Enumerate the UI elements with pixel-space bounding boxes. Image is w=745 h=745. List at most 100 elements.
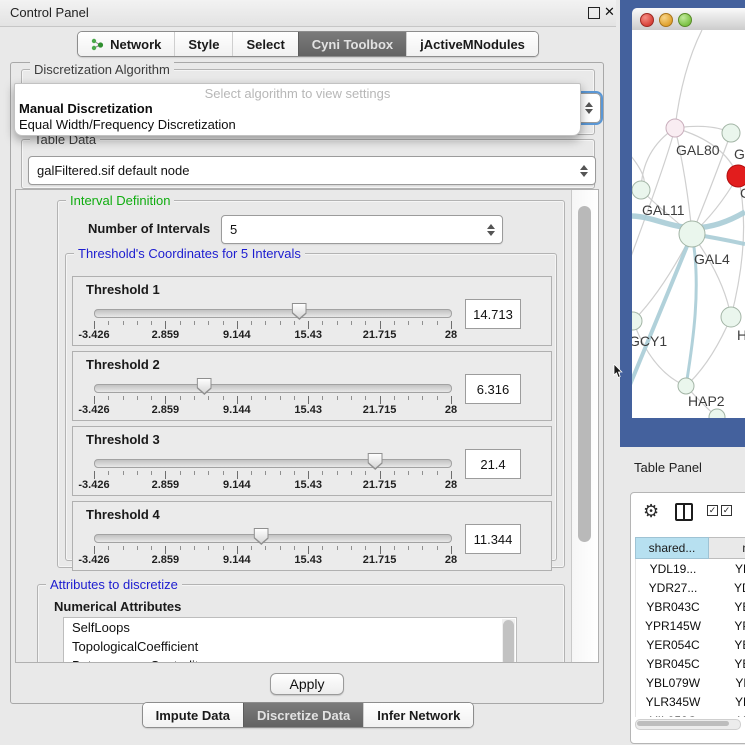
table-data-combobox[interactable]: galFiltered.sif default node: [28, 156, 596, 185]
network-icon: [91, 38, 104, 51]
tab-select[interactable]: Select: [232, 32, 297, 56]
dropdown-item-manual-discretization[interactable]: Manual Discretization: [19, 101, 153, 116]
threshold-value-field[interactable]: [465, 299, 521, 329]
cell-name: YLR3: [710, 692, 745, 711]
select-all-checkbox-icon[interactable]: ✓: [707, 505, 718, 516]
minimize-traffic-light[interactable]: [659, 13, 673, 27]
slider-tick-labels: -3.4262.8599.14415.4321.71528: [94, 404, 451, 416]
cell-name: YIL0: [710, 711, 745, 717]
split-columns-icon[interactable]: [675, 503, 693, 521]
control-panel-tabs: Network Style Select Cyni Toolbox jActiv…: [0, 31, 616, 57]
settings-scrollpane: Interval Definition Number of Intervals …: [15, 189, 599, 663]
cell-shared-name: YPR145W: [636, 616, 710, 635]
tab-cyni-toolbox[interactable]: Cyni Toolbox: [298, 32, 406, 56]
table-row[interactable]: YLR345WYLR3: [636, 692, 745, 711]
cell-name: YBR0: [710, 597, 745, 616]
cell-name: YER0: [710, 635, 745, 654]
tab-label: Select: [246, 37, 284, 52]
tab-discretize-data[interactable]: Discretize Data: [243, 703, 363, 727]
table-row[interactable]: YER054CYER0: [636, 635, 745, 654]
algorithm-dropdown-popup: Select algorithm to view settings Manual…: [14, 83, 581, 136]
table-row[interactable]: YDR27...YDR2: [636, 578, 745, 597]
node-label: H: [737, 327, 745, 343]
slider-thumb[interactable]: [254, 528, 269, 545]
attributes-group: Attributes to discretize Numerical Attri…: [37, 584, 565, 663]
network-node[interactable]: [722, 124, 740, 142]
settings-vertical-scrollbar[interactable]: [571, 190, 598, 662]
group-title: Attributes to discretize: [46, 577, 182, 592]
slider-tick-labels: -3.4262.8599.14415.4321.71528: [94, 479, 451, 491]
number-of-intervals-combobox[interactable]: 5: [221, 215, 503, 244]
network-window-titlebar[interactable]: [632, 8, 745, 31]
zoom-traffic-light[interactable]: [678, 13, 692, 27]
cyni-bottom-tabs: Impute Data Discretize Data Infer Networ…: [0, 702, 616, 728]
dropdown-hint: Select algorithm to view settings: [15, 86, 580, 101]
apply-button[interactable]: Apply: [270, 673, 343, 695]
tab-impute-data[interactable]: Impute Data: [143, 703, 243, 727]
slider-thumb[interactable]: [197, 378, 212, 395]
cell-shared-name: YDR27...: [636, 578, 710, 597]
table-toolbar: ⚙ ✓ ✓: [631, 493, 745, 533]
slider-thumb[interactable]: [292, 303, 307, 320]
float-window-icon[interactable]: [588, 7, 600, 19]
control-panel-titlebar: Control Panel ✕: [0, 0, 616, 27]
cell-shared-name: YER054C: [636, 635, 710, 654]
node-label: GAL4: [694, 251, 730, 267]
cell-name: YBR0: [710, 654, 745, 673]
dropdown-item-equal-width-frequency[interactable]: Equal Width/Frequency Discretization: [19, 117, 236, 132]
network-node[interactable]: [709, 409, 725, 418]
table-row[interactable]: YBR043CYBR0: [636, 597, 745, 616]
panel-title: Control Panel: [10, 5, 89, 20]
table-row[interactable]: YBL079WYBL0: [636, 673, 745, 692]
table-row[interactable]: YIL052CYIL0: [636, 711, 745, 717]
column-header-shared-name[interactable]: shared...: [635, 537, 709, 559]
attribute-item[interactable]: TopologicalCoefficient: [64, 637, 516, 656]
tab-style[interactable]: Style: [174, 32, 232, 56]
tab-label: Network: [110, 37, 161, 52]
tab-infer-network[interactable]: Infer Network: [363, 703, 473, 727]
network-node[interactable]: [666, 119, 684, 137]
cell-name: YDR2: [710, 578, 745, 597]
cell-shared-name: YBR045C: [636, 654, 710, 673]
tab-label: Discretize Data: [257, 708, 350, 723]
network-node-selected[interactable]: [727, 165, 745, 187]
network-node[interactable]: [632, 181, 650, 199]
node-table: shared... na YDL19...YDL1YDR27...YDR2YBR…: [635, 537, 745, 717]
close-icon[interactable]: ✕: [604, 4, 615, 20]
cell-shared-name: YLR345W: [636, 692, 710, 711]
numerical-attributes-list[interactable]: SelfLoopsTopologicalCoefficientBetweenne…: [63, 617, 517, 663]
column-header-name[interactable]: na: [709, 537, 745, 559]
network-node[interactable]: [632, 312, 642, 330]
list-scrollbar[interactable]: [502, 619, 515, 663]
network-node[interactable]: [678, 378, 694, 394]
number-of-intervals-label: Number of Intervals: [88, 221, 210, 236]
node-label: GAL80: [676, 142, 720, 158]
threshold-value-field[interactable]: [465, 374, 521, 404]
gear-icon[interactable]: ⚙: [643, 501, 659, 521]
threshold-value-field[interactable]: [465, 449, 521, 479]
slider-ticks: [94, 396, 451, 404]
network-node[interactable]: [721, 307, 741, 327]
cell-shared-name: YDL19...: [636, 559, 710, 578]
table-panel: ⚙ ✓ ✓ shared... na YDL19...YDL1YDR27...Y…: [630, 492, 745, 744]
scrollbar-thumb[interactable]: [578, 206, 591, 542]
cell-name: YPR1: [710, 616, 745, 635]
table-horizontal-scrollbar[interactable]: [635, 719, 741, 730]
attribute-item[interactable]: BetweennessCentrality: [64, 656, 516, 663]
table-row[interactable]: YBR045CYBR0: [636, 654, 745, 673]
table-row[interactable]: YPR145WYPR1: [636, 616, 745, 635]
cell-name: YDL1: [710, 559, 745, 578]
slider-thumb[interactable]: [368, 453, 383, 470]
table-rows: YDL19...YDL1YDR27...YDR2YBR043CYBR0YPR14…: [635, 559, 745, 717]
threshold-value-field[interactable]: [465, 524, 521, 554]
attribute-item[interactable]: SelfLoops: [64, 618, 516, 637]
tab-network[interactable]: Network: [78, 32, 174, 56]
scrollbar-thumb[interactable]: [637, 721, 729, 726]
tab-jactivemnodules[interactable]: jActiveMNodules: [406, 32, 538, 56]
table-row[interactable]: YDL19...YDL1: [636, 559, 745, 578]
network-node[interactable]: [679, 221, 705, 247]
select-none-checkbox-icon[interactable]: ✓: [721, 505, 732, 516]
network-view[interactable]: GAL80 GA C GAL11 GAL4 GCY1 H HAP2: [632, 30, 745, 418]
close-traffic-light[interactable]: [640, 13, 654, 27]
tab-label: Infer Network: [377, 708, 460, 723]
